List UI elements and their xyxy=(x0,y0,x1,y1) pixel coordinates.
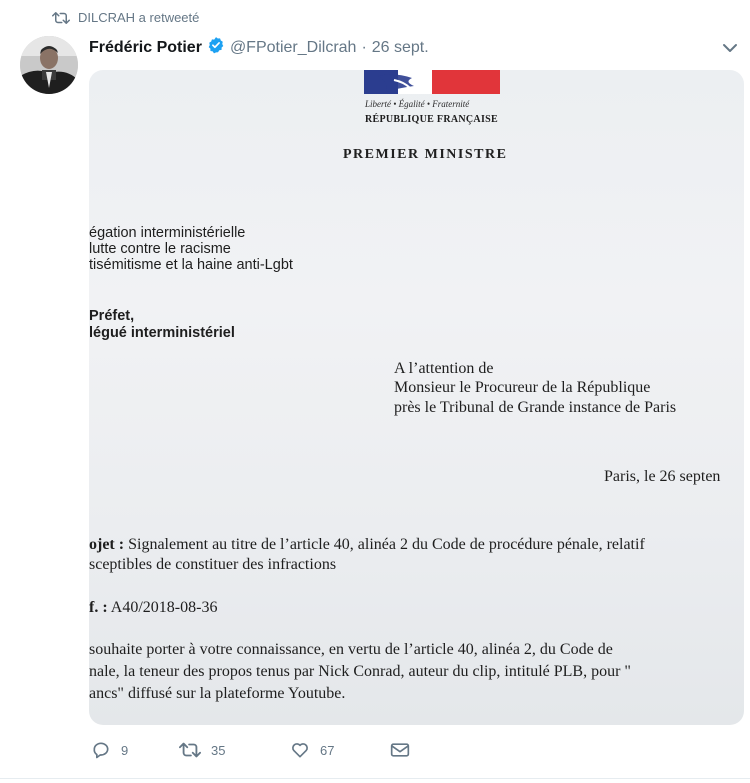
document-photo: Liberté • Égalité • Fraternité RÉPUBLIQU… xyxy=(89,70,744,725)
reply-icon xyxy=(91,740,111,760)
retweet-context[interactable]: DILCRAH a retweeté xyxy=(52,10,199,25)
title-line-2: légué interministériel xyxy=(89,325,235,341)
like-icon xyxy=(290,740,310,760)
subject-line: ojet : Signalement au titre de l’article… xyxy=(89,536,645,554)
reply-button[interactable]: 9 xyxy=(91,740,179,760)
tweet-date[interactable]: 26 sept. xyxy=(372,39,429,57)
like-button[interactable]: 67 xyxy=(290,740,390,760)
retweet-context-label: DILCRAH a retweeté xyxy=(78,10,200,25)
retweet-icon xyxy=(179,741,201,759)
marianne-logo xyxy=(364,70,504,98)
meta-separator: · xyxy=(361,38,367,56)
tweet-divider xyxy=(0,778,750,779)
body-line-2: nale, la teneur des propos tenus par Nic… xyxy=(89,663,631,680)
subject-line-2: sceptibles de constituer des infractions xyxy=(89,556,337,573)
ministry-label: PREMIER MINISTRE xyxy=(343,147,508,162)
title-line-1: Préfet, xyxy=(89,308,135,324)
sender-line-2: lutte contre le racisme xyxy=(89,241,231,257)
like-count: 67 xyxy=(320,742,335,758)
chevron-down-icon[interactable] xyxy=(720,38,740,63)
body-line-3: ancs" diffusé sur la plateforme Youtube. xyxy=(89,685,346,702)
motto: Liberté • Égalité • Fraternité xyxy=(365,99,470,109)
reference-value: A40/2018-08-36 xyxy=(110,599,218,616)
avatar[interactable] xyxy=(20,36,78,94)
tweet-media-image[interactable]: Liberté • Égalité • Fraternité RÉPUBLIQU… xyxy=(89,70,744,725)
reply-count: 9 xyxy=(121,742,129,758)
reference-line: f. : A40/2018-08-36 xyxy=(89,599,217,617)
subject-label: ojet : xyxy=(89,536,125,553)
direct-message-button[interactable] xyxy=(390,741,410,759)
subject-text: Signalement au titre de l’article 40, al… xyxy=(128,536,645,553)
retweet-icon xyxy=(52,11,70,25)
author-handle[interactable]: @FPotier_Dilcrah xyxy=(230,39,357,57)
reference-label: f. : xyxy=(89,599,108,616)
date-line: Paris, le 26 septen xyxy=(604,468,721,485)
recipient-line-1: A l’attention de xyxy=(394,360,494,377)
tweet-header: Frédéric Potier @FPotier_Dilcrah · 26 se… xyxy=(89,36,429,59)
body-line-1: souhaite porter à votre connaissance, en… xyxy=(89,641,613,658)
republic-label: RÉPUBLIQUE FRANÇAISE xyxy=(365,114,498,125)
recipient-line-3: près le Tribunal de Grande instance de P… xyxy=(394,399,677,416)
recipient-line-2: Monsieur le Procureur de la République xyxy=(394,379,651,396)
message-icon xyxy=(390,741,410,759)
author-name[interactable]: Frédéric Potier xyxy=(89,39,202,57)
sender-line-1: égation interministérielle xyxy=(89,225,246,241)
retweet-button[interactable]: 35 xyxy=(179,741,290,759)
sender-line-3: tisémitisme et la haine anti-Lgbt xyxy=(89,257,293,273)
tweet-actions: 9 35 67 xyxy=(91,740,410,760)
retweet-count: 35 xyxy=(211,742,226,758)
verified-badge-icon xyxy=(207,36,225,59)
